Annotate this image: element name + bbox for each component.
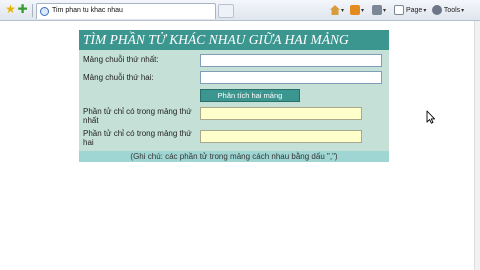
array1-label: Mảng chuỗi thứ nhất:: [83, 55, 159, 64]
tools-menu-button[interactable]: Tools▾: [432, 4, 464, 17]
feeds-button[interactable]: ▾: [350, 4, 364, 17]
chevron-down-icon: ▾: [383, 8, 387, 14]
page-icon: [394, 5, 404, 16]
array2-label: Mảng chuỗi thứ hai:: [83, 73, 154, 82]
tools-menu-label: Tools: [443, 7, 461, 14]
add-favorite-icon[interactable]: ✚: [16, 3, 29, 16]
chevron-down-icon: ▾: [461, 8, 465, 14]
page-favicon-icon: [40, 7, 49, 16]
tab-title: Tim phan tu khac nhau: [52, 7, 123, 14]
mouse-pointer-icon: [426, 110, 436, 124]
home-button[interactable]: ▾: [330, 4, 344, 17]
page-menu-label: Page: [405, 7, 423, 14]
tools-icon: [432, 5, 442, 16]
new-tab-button[interactable]: [218, 4, 234, 18]
only-in-array2-label: Phần tử chỉ có trong mảng thứ hai: [83, 129, 192, 147]
array2-input[interactable]: [200, 71, 382, 84]
vertical-scrollbar[interactable]: [474, 21, 480, 270]
feeds-icon: [350, 5, 360, 16]
page-title: TÌM PHẦN TỬ KHÁC NHAU GIỮA HAI MẢNG: [79, 30, 389, 50]
home-icon: [330, 5, 340, 16]
print-icon: [372, 5, 382, 16]
browser-tab[interactable]: Tim phan tu khac nhau: [36, 3, 216, 19]
only-in-array1-output[interactable]: [200, 107, 362, 120]
toolbar-separator: [32, 4, 33, 17]
page-menu-button[interactable]: Page▾: [394, 4, 426, 17]
separator-note: (Ghi chú: các phần tử trong mảng cách nh…: [79, 151, 389, 162]
analyze-arrays-button[interactable]: Phân tích hai mảng: [200, 89, 300, 102]
array1-input[interactable]: [200, 54, 382, 67]
browser-toolbar: ★ ✚ Tim phan tu khac nhau ▾ ▾ ▾ Page▾ To…: [0, 0, 480, 21]
chevron-down-icon: ▾: [361, 8, 365, 14]
print-button[interactable]: ▾: [372, 4, 386, 17]
only-in-array2-output[interactable]: [200, 130, 362, 143]
compare-arrays-form: TÌM PHẦN TỬ KHÁC NHAU GIỮA HAI MẢNG Mảng…: [79, 30, 389, 162]
only-in-array1-label: Phần tử chỉ có trong mảng thứ nhất: [83, 107, 192, 125]
chevron-down-icon: ▾: [423, 8, 427, 14]
chevron-down-icon: ▾: [341, 8, 345, 14]
